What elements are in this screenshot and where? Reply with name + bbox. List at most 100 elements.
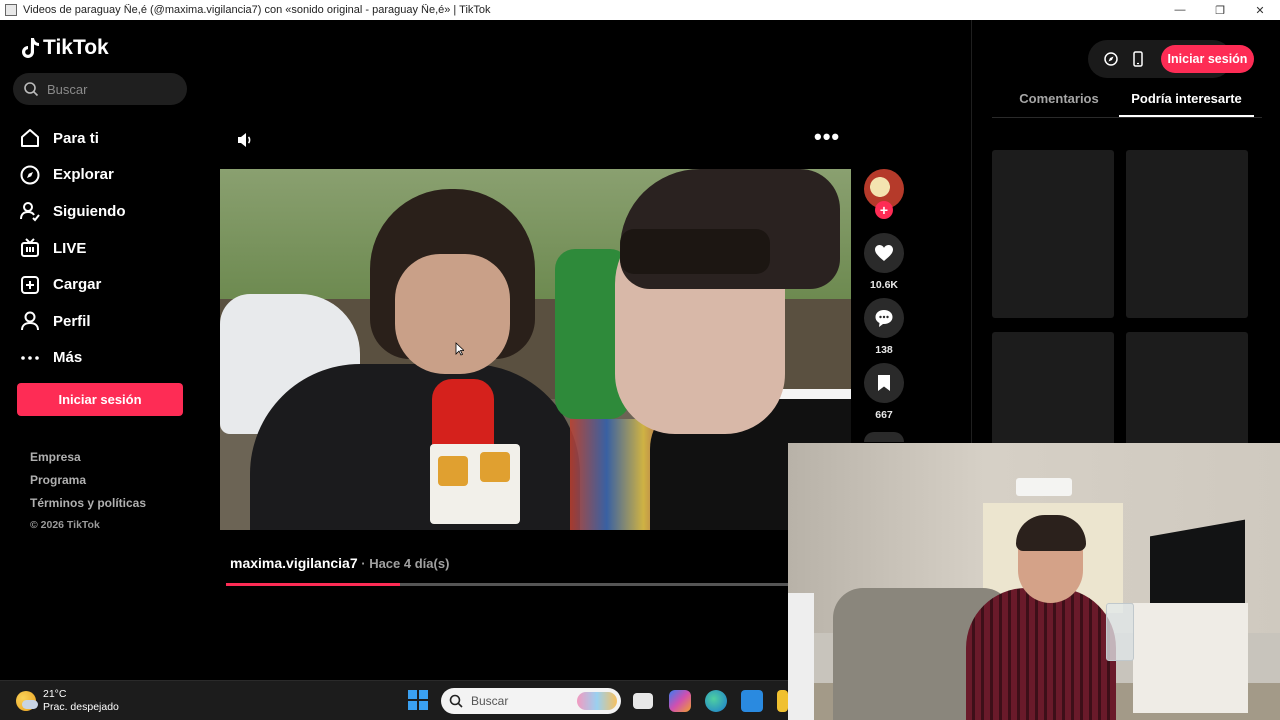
video-reporter-glasses [620,229,770,274]
video-progress-bar[interactable] [226,583,788,586]
suggested-video-thumbnail[interactable] [992,150,1114,318]
video-person-body [250,364,580,530]
footer-link-terminos[interactable]: Términos y políticas [30,496,146,519]
tab-podria-interesarte[interactable]: Podría interesarte [1119,88,1254,117]
like-count: 10.6K [869,279,899,291]
webcam-drinking-glass [1106,603,1134,661]
window-titlebar: Videos de paraguay Ñe,é (@maxima.vigilan… [0,0,1280,20]
save-button[interactable] [864,363,904,403]
more-options-button[interactable]: ••• [814,126,840,148]
maximize-button[interactable]: ❐ [1200,4,1240,17]
tabs-divider [992,117,1262,118]
get-app-button[interactable] [1127,48,1149,70]
sidebar-login-button[interactable]: Iniciar sesión [17,383,183,416]
heart-icon [875,245,893,261]
bookmark-icon [878,375,890,391]
post-time: · Hace 4 día(s) [357,556,450,571]
right-panel-tabs: Comentarios Podría interesarte [992,88,1262,118]
profile-icon [18,309,42,333]
footer-links: Empresa Programa Términos y políticas © … [30,450,146,542]
header-login-button[interactable]: Iniciar sesión [1161,45,1254,73]
main-nav: Para ti Explorar Siguiendo LIVE Cargar P… [18,120,126,376]
compass-icon [1104,52,1118,66]
sidebar: TikTok Para ti Explorar Siguiendo LIVE [0,20,200,680]
video-progress-fill [226,583,401,586]
upload-icon [18,273,42,297]
nav-label: Explorar [53,166,114,184]
phone-icon [1133,51,1143,67]
like-action: 10.6K [864,233,904,291]
nav-label: Cargar [53,276,102,294]
temperature: 21°C [43,688,67,700]
nav-item-perfil[interactable]: Perfil [18,303,126,340]
volume-icon [238,133,251,147]
edge-browser-icon[interactable] [705,690,727,712]
weather-widget[interactable]: 21°C Prac. despejado [16,688,119,714]
like-button[interactable] [864,233,904,273]
tiktok-note-icon [22,38,39,58]
search-icon [24,82,39,97]
save-count: 667 [875,409,893,421]
app-icon [5,4,17,16]
weather-icon [16,691,38,711]
comment-button[interactable] [864,298,904,338]
save-action: 667 [864,363,904,421]
webcam-appliance [788,593,814,720]
search-box[interactable] [13,73,187,105]
windows-taskbar: 21°C Prac. despejado [0,680,788,720]
author-username[interactable]: maxima.vigilancia7 [230,555,358,571]
footer-link-programa[interactable]: Programa [30,473,146,496]
file-explorer-icon[interactable] [777,690,788,712]
explore-compass-button[interactable] [1100,48,1122,70]
volume-button[interactable] [236,131,254,154]
search-highlight-icon [577,692,617,710]
nav-item-cargar[interactable]: Cargar [18,266,126,303]
logo-text: TikTok [43,36,109,59]
compass-icon [18,163,42,187]
copyright: © 2026 TikTok [30,519,100,531]
follow-button[interactable]: + [875,201,893,219]
nav-label: LIVE [53,239,87,257]
webcam-shelf [1133,603,1248,713]
close-button[interactable]: ✕ [1240,4,1280,17]
taskbar-search[interactable] [441,688,621,714]
more-icon [18,346,42,370]
nav-label: Siguiendo [53,202,126,220]
webcam-air-conditioner [1016,478,1072,496]
minimize-button[interactable]: — [1160,4,1200,16]
tiktok-logo[interactable]: TikTok [20,36,109,60]
nav-item-live[interactable]: LIVE [18,230,126,267]
comment-icon [875,310,893,327]
footer-link-empresa[interactable]: Empresa [30,450,146,473]
video-meta: maxima.vigilancia7 · Hace 4 día(s) [230,555,449,571]
following-icon [18,199,42,223]
copilot-icon[interactable] [669,690,691,712]
suggested-video-thumbnail[interactable] [1126,150,1248,318]
weather-condition: Prac. despejado [43,701,119,713]
live-icon [18,236,42,260]
nav-item-mas[interactable]: Más [18,340,126,377]
nav-label: Para ti [53,129,99,147]
search-input[interactable] [47,81,167,97]
nav-item-para-ti[interactable]: Para ti [18,120,126,157]
comment-action: 138 [864,298,904,356]
home-icon [18,126,42,150]
nav-item-explorar[interactable]: Explorar [18,157,126,194]
video-mic-cube [430,444,520,524]
nav-label: Más [53,349,83,367]
nav-label: Perfil [53,312,91,330]
webcam-person-shirt [966,588,1116,720]
start-button[interactable] [408,690,428,710]
taskbar-search-input[interactable] [471,694,551,708]
task-view-icon[interactable] [633,693,653,709]
video-player[interactable] [220,169,851,530]
video-person-face [395,254,510,374]
nav-item-siguiendo[interactable]: Siguiendo [18,193,126,230]
search-icon [449,694,463,708]
tab-comentarios[interactable]: Comentarios [999,88,1119,118]
share-button[interactable] [864,432,904,442]
webcam-overlay [788,443,1280,720]
window-title: Videos de paraguay Ñe,é (@maxima.vigilan… [23,4,491,16]
mouse-cursor-icon [455,342,464,356]
store-icon[interactable] [741,690,763,712]
